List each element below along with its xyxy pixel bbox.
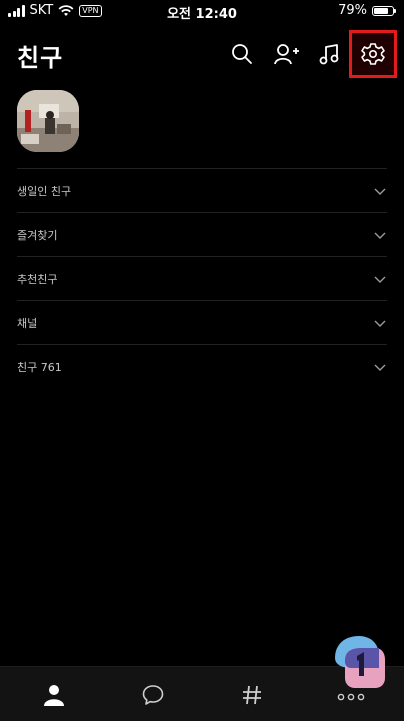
status-bar: SKT VPN 오전 12:40 79%	[0, 0, 404, 24]
section-label: 친구 761	[17, 360, 62, 374]
my-profile-avatar[interactable]	[17, 90, 79, 152]
profile-photo	[17, 90, 79, 152]
section-label: 생일인 친구	[17, 184, 72, 198]
section-label: 채널	[17, 316, 38, 330]
tab-chats[interactable]	[139, 681, 167, 709]
section-label: 즐겨찾기	[17, 228, 58, 242]
chevron-down-icon	[374, 188, 386, 195]
add-friend-icon	[274, 44, 299, 65]
search-button[interactable]	[224, 36, 260, 72]
search-icon	[232, 44, 252, 64]
music-button[interactable]	[311, 36, 347, 72]
overlay-logo-icon	[335, 636, 385, 688]
floating-app-badge[interactable]	[331, 634, 389, 692]
friends-icon	[44, 685, 64, 706]
tab-hashtag[interactable]	[238, 681, 266, 709]
section-channels[interactable]: 채널	[17, 300, 387, 344]
friend-sections: 생일인 친구 즐겨찾기 추천친구 채널 친구 761	[17, 168, 387, 388]
section-birthday-friends[interactable]: 생일인 친구	[17, 168, 387, 212]
hashtag-icon	[243, 685, 261, 705]
battery-fill	[374, 7, 389, 14]
music-icon	[319, 44, 339, 65]
settings-icon	[361, 43, 385, 65]
chevron-down-icon	[374, 320, 386, 327]
section-recommended-friends[interactable]: 추천친구	[17, 256, 387, 300]
battery-percent: 79%	[338, 3, 367, 18]
chevron-down-icon	[374, 232, 386, 239]
section-friends-list[interactable]: 친구 761	[17, 344, 387, 388]
add-friend-button[interactable]	[269, 36, 305, 72]
chat-icon	[142, 685, 164, 705]
tab-friends[interactable]	[40, 681, 68, 709]
section-favorites[interactable]: 즐겨찾기	[17, 212, 387, 256]
section-label: 추천친구	[17, 272, 58, 286]
page-title: 친구	[17, 44, 64, 72]
chevron-down-icon	[374, 276, 386, 283]
status-right: 79%	[338, 3, 396, 18]
battery-icon	[372, 5, 396, 16]
settings-button[interactable]	[349, 30, 397, 78]
chevron-down-icon	[374, 364, 386, 371]
